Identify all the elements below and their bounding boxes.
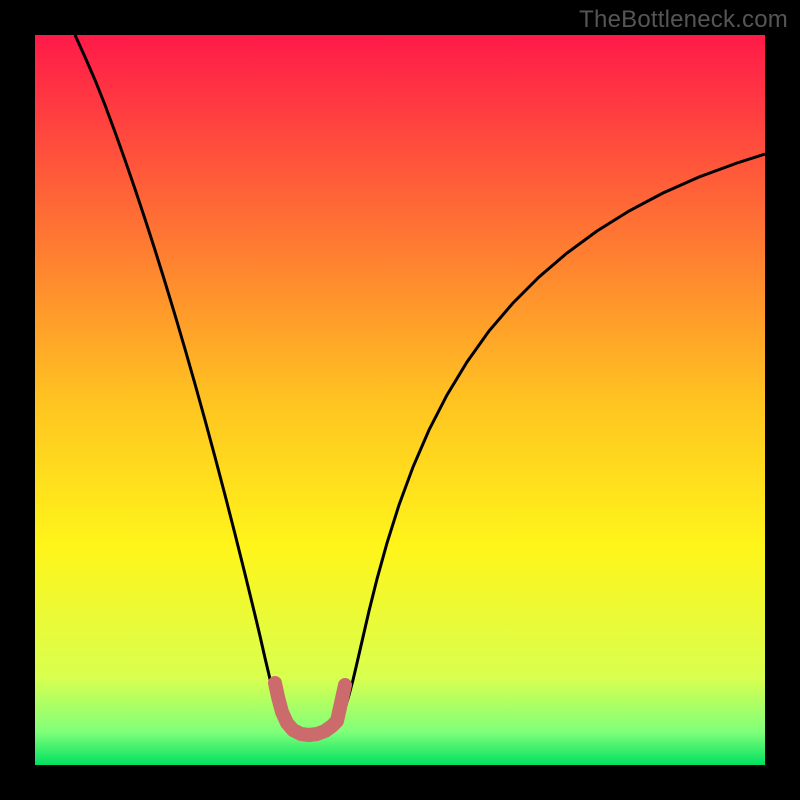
watermark-text: TheBottleneck.com: [579, 6, 788, 34]
chart-frame: TheBottleneck.com: [0, 0, 800, 800]
chart-svg: [35, 35, 765, 765]
gradient-bg: [35, 35, 765, 765]
plot-area: [35, 35, 765, 765]
